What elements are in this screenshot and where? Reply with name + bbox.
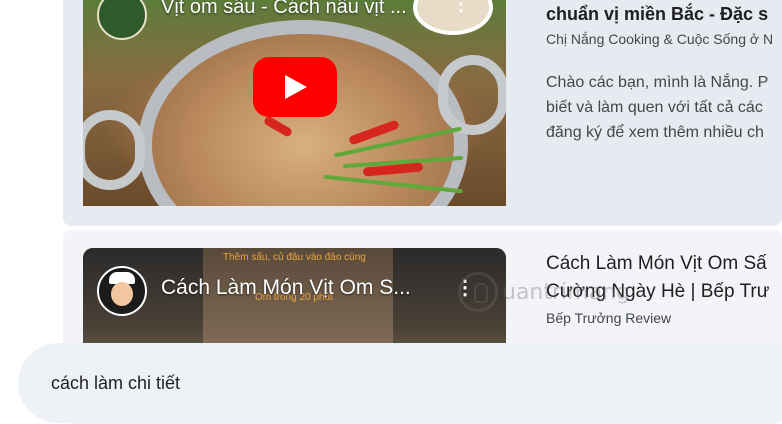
video-result-card[interactable]: Vịt om sấu - Cách nấu vịt ... ⋮ chuẩn vị…	[63, 0, 782, 226]
prompt-input[interactable]: cách làm chi tiết	[51, 373, 180, 394]
video-thumbnail[interactable]: Vịt om sấu - Cách nấu vịt ... ⋮	[83, 0, 506, 206]
chef-face-icon	[111, 282, 133, 306]
description-line: Chào các bạn, mình là Nắng. P	[546, 74, 769, 91]
channel-name[interactable]: Chị Nắng Cooking & Cuộc Sống ở N	[546, 31, 773, 47]
play-triangle-icon	[285, 75, 307, 99]
watermark: uantrimang	[458, 272, 630, 312]
pot-handle	[438, 55, 506, 135]
pot-handle	[83, 110, 145, 190]
video-title[interactable]: chuẩn vị miền Bắc - Đặc s	[546, 4, 768, 25]
video-description: Chào các bạn, mình là Nắng. P biết và là…	[546, 70, 768, 145]
description-line: biết và làm quen với tất cả các	[546, 99, 763, 116]
thumbnail-title: Vịt om sấu - Cách nấu vịt ...	[161, 0, 407, 18]
prompt-input-bar[interactable]: cách làm chi tiết	[18, 343, 782, 423]
thumbnail-overlay-text: Thêm sấu, củ đậu vào đảo cùng	[223, 252, 366, 263]
more-options-icon[interactable]: ⋮	[451, 0, 471, 14]
thumbnail-title: Cách Làm Món Vịt Om S...	[161, 276, 411, 299]
watermark-text: uantrimang	[502, 279, 630, 305]
channel-avatar[interactable]	[97, 266, 147, 316]
lightbulb-icon	[458, 272, 498, 312]
description-line: đăng ký để xem thêm nhiều ch	[546, 124, 764, 141]
channel-name[interactable]: Bếp Trưởng Review	[546, 310, 671, 326]
youtube-play-icon[interactable]	[253, 57, 337, 117]
